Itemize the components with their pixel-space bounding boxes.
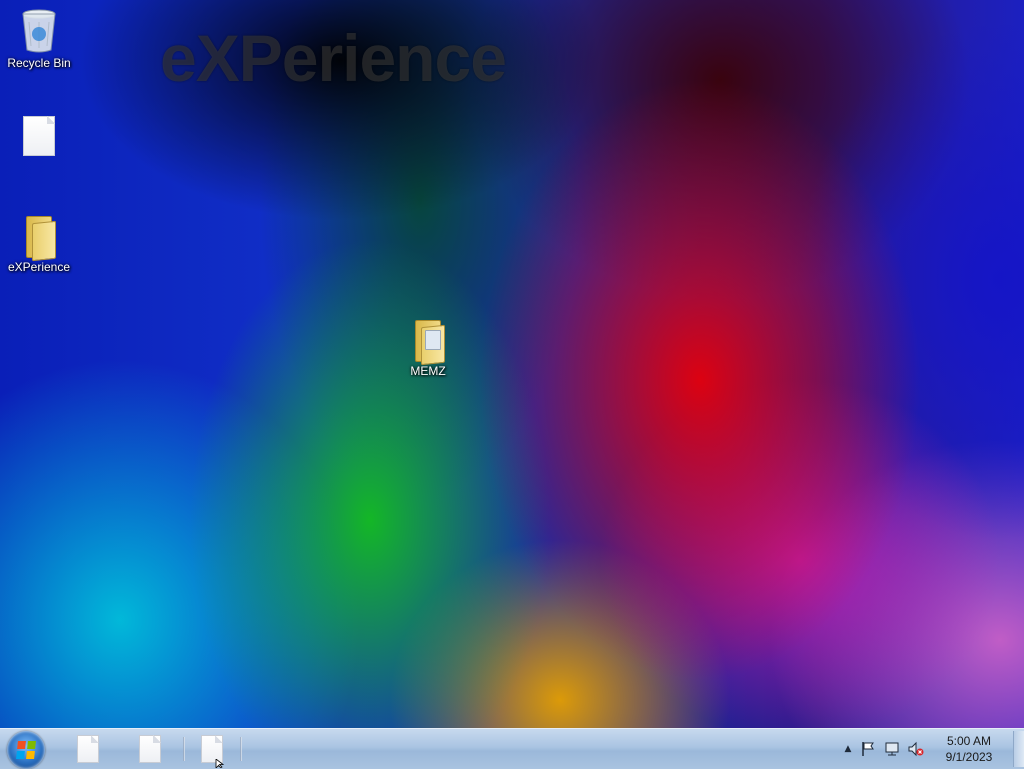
mouse-cursor-icon bbox=[215, 759, 225, 768]
clock-date: 9/1/2023 bbox=[945, 750, 993, 764]
wallpaper-watermark: eXPerience bbox=[160, 21, 507, 95]
desktop-icon-experience-folder[interactable]: eXPerience bbox=[1, 216, 77, 274]
taskbar-separator bbox=[240, 737, 242, 761]
blank-document-icon bbox=[77, 735, 99, 763]
blank-document-icon bbox=[139, 735, 161, 763]
clock-time: 5:00 AM bbox=[946, 734, 992, 748]
system-tray: ▲ 5:00 AM 9/1/2023 bbox=[834, 729, 1024, 769]
desktop-icon-label: MEMZ bbox=[410, 364, 446, 378]
desktop-icon-recycle-bin[interactable]: Recycle Bin bbox=[1, 8, 77, 70]
desktop-icon-blank-document[interactable] bbox=[1, 116, 77, 158]
start-button[interactable] bbox=[7, 731, 45, 769]
taskbar-item-1[interactable] bbox=[73, 734, 103, 764]
windows-start-icon bbox=[16, 741, 36, 759]
action-center-flag-icon[interactable] bbox=[860, 741, 876, 757]
show-hidden-icons-arrow-icon[interactable]: ▲ bbox=[840, 741, 856, 757]
taskbar: ▲ 5:00 AM 9/1/2023 bbox=[0, 728, 1024, 769]
folder-icon bbox=[24, 216, 56, 262]
recycle-bin-icon bbox=[22, 9, 56, 53]
volume-muted-icon[interactable] bbox=[908, 741, 924, 757]
desktop-icon-memz-folder[interactable]: MEMZ bbox=[390, 320, 466, 378]
desktop[interactable]: eXPerience Recycle Bin eXPerience MEMZ bbox=[0, 0, 1024, 728]
clock[interactable]: 5:00 AM 9/1/2023 bbox=[934, 733, 1004, 765]
taskbar-item-2[interactable] bbox=[135, 734, 165, 764]
blank-document-icon bbox=[23, 116, 55, 156]
network-icon[interactable] bbox=[884, 741, 900, 757]
folder-icon bbox=[413, 320, 445, 366]
desktop-icon-label: Recycle Bin bbox=[7, 56, 71, 70]
show-desktop-button[interactable] bbox=[1013, 731, 1024, 767]
taskbar-separator bbox=[183, 737, 185, 761]
desktop-icon-label: eXPerience bbox=[7, 260, 71, 274]
